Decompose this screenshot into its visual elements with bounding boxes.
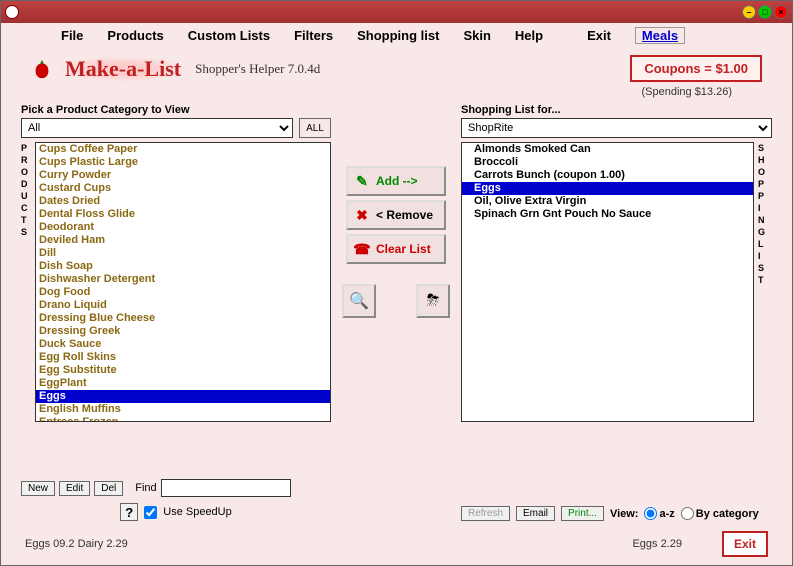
maximize-button[interactable]: □ [758,5,772,19]
exit-button[interactable]: Exit [722,531,768,557]
remove-button[interactable]: ✖ < Remove [346,200,446,230]
list-item[interactable]: Custard Cups [36,182,330,195]
print-button[interactable]: Print... [561,506,604,521]
list-item[interactable]: Duck Sauce [36,338,330,351]
right-panel: Shopping List for... ShopRite Almonds Sm… [461,104,772,521]
shopping-list-label: Shopping List for... [461,104,772,116]
list-item[interactable]: Dates Dried [36,195,330,208]
search-button[interactable]: 🔍 [342,284,376,318]
list-item[interactable]: Drano Liquid [36,299,330,312]
list-item[interactable]: Egg Roll Skins [36,351,330,364]
phone-icon: ☎ [352,239,372,259]
x-circle-icon: ✖ [352,205,372,225]
menu-meals[interactable]: Meals [635,27,685,44]
email-button[interactable]: Email [516,506,555,521]
main-area: Pick a Product Category to View All ALL … [1,98,792,527]
list-item[interactable]: Broccoli [462,156,753,169]
clear-button[interactable]: ☎ Clear List [346,234,446,264]
close-button[interactable]: × [774,5,788,19]
products-vertical-label: PRODUCTS [21,142,35,475]
list-item[interactable]: Deodorant [36,221,330,234]
apple-icon [31,58,53,80]
footer: Eggs 09.2 Dairy 2.29 Eggs 2.29 Exit [1,527,792,565]
list-item[interactable]: Dish Soap [36,260,330,273]
add-label: Add --> [376,174,418,188]
menu-filters[interactable]: Filters [294,28,333,43]
list-item[interactable]: Egg Substitute [36,364,330,377]
view-az-radio[interactable]: a-z [644,507,674,520]
spending-label: (Spending $13.26) [1,86,792,98]
logo-text: Make-a-List [57,56,189,82]
app-icon [5,5,19,19]
edit-button[interactable]: Edit [59,481,90,496]
list-item[interactable]: Dill [36,247,330,260]
menu-help[interactable]: Help [515,28,543,43]
add-button[interactable]: ✎ Add --> [346,166,446,196]
store-select[interactable]: ShopRite [461,118,772,138]
refresh-button[interactable]: Refresh [461,506,510,521]
list-item[interactable]: Curry Powder [36,169,330,182]
magnifier-icon: 🔍 [349,291,369,311]
new-button[interactable]: New [21,481,55,496]
titlebar: – □ × [1,1,792,23]
menu-file[interactable]: File [61,28,83,43]
menu-products[interactable]: Products [107,28,163,43]
coupons-button[interactable]: Coupons = $1.00 [630,55,762,82]
find-label: Find [135,482,156,494]
list-item[interactable]: Almonds Smoked Can [462,143,753,156]
menu-skin[interactable]: Skin [463,28,490,43]
remove-label: < Remove [376,208,433,222]
list-item[interactable]: EggPlant [36,377,330,390]
products-listbox[interactable]: Cups Coffee PaperCups Plastic LargeCurry… [35,142,331,422]
list-item[interactable]: Spinach Grn Gnt Pouch No Sauce [462,208,753,221]
list-item[interactable]: English Muffins [36,403,330,416]
list-item[interactable]: Dental Floss Glide [36,208,330,221]
find-input[interactable] [161,479,291,497]
speedup-checkbox[interactable] [144,506,157,519]
category-select[interactable]: All [21,118,293,138]
menu-shopping-list[interactable]: Shopping list [357,28,439,43]
right-status: Eggs 2.29 [632,538,682,550]
middle-panel: ✎ Add --> ✖ < Remove ☎ Clear List 🔍 ⛈ [341,104,451,521]
header: Make-a-List Shopper's Helper 7.0.4d Coup… [1,47,792,86]
shopping-vertical-label: SHOPPINGLIST [758,142,772,502]
list-item[interactable]: Oil, Olive Extra Virgin [462,195,753,208]
left-status: Eggs 09.2 Dairy 2.29 [25,538,128,550]
category-label: Pick a Product Category to View [21,104,331,116]
list-item[interactable]: Eggs [462,182,753,195]
shopping-listbox[interactable]: Almonds Smoked CanBroccoliCarrots Bunch … [461,142,754,422]
list-item[interactable]: Eggs [36,390,330,403]
list-item[interactable]: Dishwasher Detergent [36,273,330,286]
all-button[interactable]: ALL [299,118,331,138]
cloud-lightning-icon: ⛈ [427,292,440,310]
view-label: View: [610,508,639,520]
tagline: Shopper's Helper 7.0.4d [195,61,320,77]
menu-exit[interactable]: Exit [587,28,611,43]
list-item[interactable]: Dressing Blue Cheese [36,312,330,325]
view-category-radio[interactable]: By category [681,507,759,520]
menubar: File Products Custom Lists Filters Shopp… [1,23,792,47]
list-item[interactable]: Dressing Greek [36,325,330,338]
list-item[interactable]: Carrots Bunch (coupon 1.00) [462,169,753,182]
left-panel: Pick a Product Category to View All ALL … [21,104,331,521]
clear-label: Clear List [376,242,431,256]
list-item[interactable]: Dog Food [36,286,330,299]
minimize-button[interactable]: – [742,5,756,19]
menu-custom-lists[interactable]: Custom Lists [188,28,270,43]
storm-button[interactable]: ⛈ [416,284,450,318]
app-window: – □ × File Products Custom Lists Filters… [0,0,793,566]
help-button[interactable]: ? [120,503,138,521]
list-item[interactable]: Cups Plastic Large [36,156,330,169]
pencil-icon: ✎ [352,171,372,191]
list-item[interactable]: Deviled Ham [36,234,330,247]
list-item[interactable]: Entrees Frozen [36,416,330,422]
del-button[interactable]: Del [94,481,123,496]
list-item[interactable]: Cups Coffee Paper [36,143,330,156]
speedup-label: Use SpeedUp [163,506,232,518]
